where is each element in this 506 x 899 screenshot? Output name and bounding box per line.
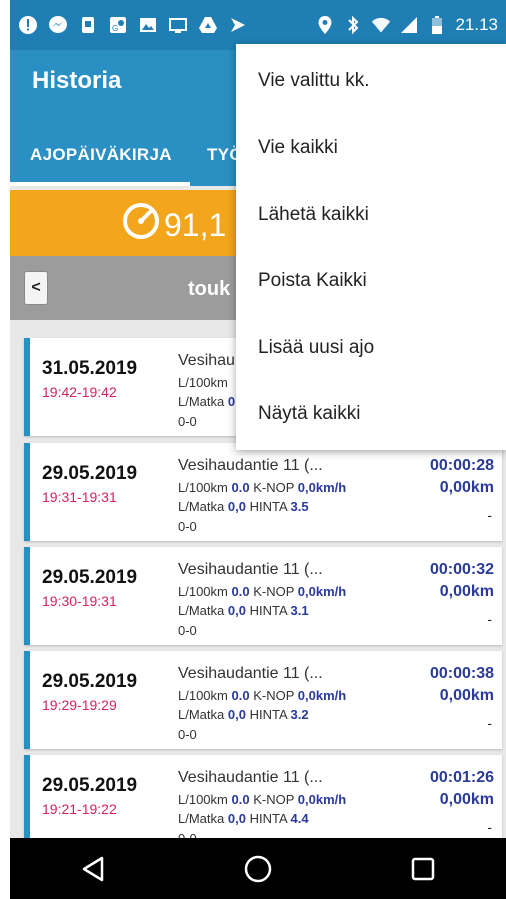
trip-matka-line: L/Matka 0,0 HINTA 3.2 [178,707,309,722]
trip-dash: - [487,507,492,523]
trip-time: 19:31-19:31 [42,489,117,505]
trip-card[interactable]: 29.05.2019 19:29-19:29 Vesihaudantie 11 … [24,651,502,749]
trip-dash: - [487,611,492,627]
overflow-menu: Vie valittu kk. Vie kaikki Lähetä kaikki… [236,44,506,450]
trip-distance: 0,00km [439,791,494,808]
system-nav-bar [10,838,506,899]
page-title: Historia [32,67,122,94]
home-icon[interactable] [238,849,278,889]
app-frame: G 21.13 Historia AJOPÄIVÄKIRJA TYÖ 91,1 … [10,0,506,899]
trip-dash: - [487,715,492,731]
drive-icon [198,15,218,35]
trip-range: 0-0 [178,727,197,742]
trip-address: Vesihaudantie 11 (... [178,665,323,682]
trip-time: 19:30-19:31 [42,593,117,609]
messenger-icon [48,15,68,35]
trip-address: Vesihau [178,352,235,369]
trip-range: 0-0 [178,414,197,429]
wifi-icon [371,15,391,35]
trip-address: Vesihaudantie 11 (... [178,769,323,786]
trip-date: 31.05.2019 [42,358,138,379]
trip-distance: 0,00km [439,479,494,496]
menu-item-export-all[interactable]: Vie kaikki [258,137,338,159]
trip-card[interactable]: 29.05.2019 19:31-19:31 Vesihaudantie 11 … [24,443,502,541]
trip-date: 29.05.2019 [42,463,138,484]
menu-item-delete-all[interactable]: Poista Kaikki [258,270,367,292]
trip-date: 29.05.2019 [42,671,138,692]
trip-time: 19:29-19:29 [42,697,117,713]
trip-dash: - [487,819,492,835]
clock: 21.13 [455,15,498,34]
trip-l100-line: L/100km 0.0 K-NOP 0,0km/h [178,792,347,807]
menu-item-add-new-trip[interactable]: Lisää uusi ajo [258,337,374,359]
play-icon [228,15,248,35]
trip-distance: 0,00km [439,687,494,704]
signal-icon [399,15,419,35]
trip-address: Vesihaudantie 11 (... [178,457,323,474]
menu-item-show-all[interactable]: Näytä kaikki [258,403,360,425]
trip-matka-line: L/Matka 0 [178,394,236,409]
bluetooth-icon [343,15,363,35]
location-icon [315,15,335,35]
trip-duration: 00:00:32 [429,561,494,578]
month-label: touk [188,278,231,300]
trip-time: 19:42-19:42 [42,384,117,400]
battery-icon [427,15,447,35]
svg-text:G: G [112,24,118,33]
trip-l100-line: L/100km 0.0 K-NOP 0,0km/h [178,584,347,599]
trip-range: 0-0 [178,623,197,638]
active-tab-indicator [10,182,190,186]
tab-ajopaivakirja[interactable]: AJOPÄIVÄKIRJA [30,145,172,165]
trip-matka-line: L/Matka 0,0 HINTA 3.1 [178,603,309,618]
trip-duration: 00:00:28 [429,457,494,474]
summary-value: 91,1 [164,206,227,243]
trip-l100-line: L/100km [178,375,228,390]
trip-date: 29.05.2019 [42,775,138,796]
trip-range: 0-0 [178,519,197,534]
trip-duration: 00:01:26 [429,769,494,786]
trip-matka-line: L/Matka 0,0 HINTA 4.4 [178,811,309,826]
status-bar: G 21.13 [10,0,506,50]
trip-matka-line: L/Matka 0,0 HINTA 3.5 [178,499,309,514]
menu-item-send-all[interactable]: Lähetä kaikki [258,204,369,226]
back-icon[interactable] [73,849,113,889]
alert-icon [18,15,38,35]
google-maps-icon: G [108,15,128,35]
prev-month-button[interactable]: < [24,271,48,305]
notification-icon [78,15,98,35]
trip-address: Vesihaudantie 11 (... [178,561,323,578]
speedometer-icon [122,202,160,248]
trip-distance: 0,00km [439,583,494,600]
trip-l100-line: L/100km 0.0 K-NOP 0,0km/h [178,688,347,703]
trip-l100-line: L/100km 0.0 K-NOP 0,0km/h [178,480,347,495]
recents-icon[interactable] [403,849,443,889]
trip-date: 29.05.2019 [42,567,138,588]
trip-card[interactable]: 29.05.2019 19:30-19:31 Vesihaudantie 11 … [24,547,502,645]
cast-icon [168,15,188,35]
trip-time: 19:21-19:22 [42,801,117,817]
menu-item-export-selected-month[interactable]: Vie valittu kk. [258,70,370,92]
image-icon [138,15,158,35]
trip-duration: 00:00:38 [429,665,494,682]
